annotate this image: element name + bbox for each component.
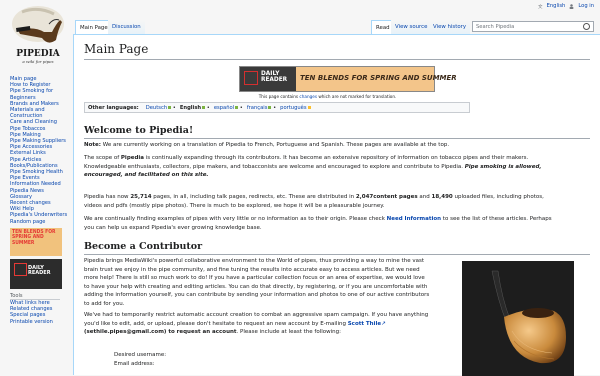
language-bar: Other languages: Deutsch • English • esp…	[84, 102, 470, 113]
contributor-heading: Become a Contributor	[84, 241, 203, 252]
external-link-icon: ↗	[381, 320, 386, 327]
title-divider	[84, 59, 590, 60]
stat-uploaded-files: 18,490	[431, 194, 453, 200]
restriction-paragraph: We've had to temporarily restrict automa…	[84, 312, 429, 335]
tab-view-history[interactable]: View history	[429, 20, 471, 34]
banner-right-text: TEN BLENDS FOR SPRING AND SUMMER	[300, 74, 457, 82]
banner-left-text: DAILY READER	[261, 71, 288, 84]
search-placeholder: Search Pipedia	[476, 24, 515, 30]
site-logo[interactable]: PIPEDIA a wiki for pipes	[4, 4, 72, 72]
daily-reader-banner[interactable]: DAILY READER TEN BLENDS FOR SPRING AND S…	[239, 66, 457, 92]
main-content: Main Page DAILY READER TEN BLENDS FOR SP…	[73, 34, 600, 376]
lang-deutsch[interactable]: Deutsch	[146, 105, 167, 111]
lang-francais[interactable]: français	[247, 105, 268, 111]
stat-content-pages: 2,047	[355, 194, 374, 200]
other-languages-label: Other languages:	[88, 104, 139, 111]
stat-total-pages: 25,714	[130, 194, 152, 200]
sidebar-item-beginners[interactable]: Pipe Smoking for Beginners	[10, 88, 72, 100]
section-divider	[84, 254, 590, 255]
translation-notice: This page contains changes which are not…	[258, 94, 397, 99]
search-input[interactable]: Search Pipedia	[472, 21, 594, 32]
page-title: Main Page	[84, 42, 149, 56]
user-icon	[569, 3, 574, 9]
tab-view-source[interactable]: View source	[391, 20, 432, 34]
request-fields: Desired username: Email address:	[114, 351, 166, 368]
stats-paragraph: Pipedia has now 25,714 pages, in all, in…	[84, 194, 544, 209]
sidebar-tools-heading: Tools	[10, 293, 60, 301]
section-divider	[84, 138, 590, 139]
language-link[interactable]: English	[547, 3, 566, 9]
sidebar-ad-daily-reader[interactable]: DAILY READER	[10, 258, 62, 289]
info-paragraph: We are continually finding examples of p…	[84, 216, 552, 231]
progress-dot-icon	[268, 105, 272, 109]
scott-thile-link[interactable]: Scott Thile	[348, 321, 381, 327]
scope-paragraph: The scope of Pipedia is continually expa…	[84, 155, 542, 178]
tab-main-page[interactable]: Main Page	[75, 20, 113, 35]
daily-reader-logo-icon	[14, 262, 27, 276]
sidebar: Main page How to Register Pipe Smoking f…	[10, 76, 72, 325]
note-paragraph: Note: We are currently working on a tran…	[84, 142, 450, 148]
sidebar-ad-blends[interactable]: TEN BLENDS FOR SPRING AND SUMMER	[10, 227, 62, 256]
lang-english[interactable]: English	[180, 105, 201, 111]
contributor-paragraph: Pipedia brings MediaWiki's powerful coll…	[84, 258, 430, 307]
personal-tools: 文 English Log in	[538, 3, 594, 10]
sidebar-tool-printable-version[interactable]: Printable version	[10, 319, 72, 325]
pipe-photo[interactable]	[462, 261, 574, 376]
progress-dot-icon	[168, 105, 172, 109]
logo-tagline: a wiki for pipes	[22, 59, 53, 64]
sidebar-ad-daily-reader-text: DAILY READER	[28, 264, 51, 277]
lang-portugues[interactable]: português	[280, 105, 306, 111]
tab-discussion[interactable]: Discussion	[108, 20, 145, 34]
need-information-link[interactable]: Need Information	[387, 216, 441, 222]
field-email-label: Email address:	[114, 360, 155, 367]
lang-espanol[interactable]: español	[214, 105, 234, 111]
svg-text:文: 文	[538, 4, 543, 9]
daily-reader-badge-icon	[244, 71, 258, 85]
field-username-label: Desired username:	[114, 352, 167, 358]
notice-changes-link[interactable]: changes	[299, 94, 317, 99]
sidebar-item-underwriters[interactable]: Pipedia's Underwriters	[10, 212, 72, 218]
search-icon[interactable]	[583, 23, 590, 30]
progress-dot-icon	[202, 105, 206, 109]
sidebar-item-random-page[interactable]: Random page	[10, 219, 72, 225]
welcome-heading: Welcome to Pipedia!	[84, 125, 194, 136]
login-link[interactable]: Log in	[578, 3, 594, 9]
progress-dot-icon	[235, 105, 239, 109]
language-icon[interactable]: 文	[538, 3, 543, 10]
progress-dot-icon	[307, 105, 311, 109]
sidebar-ad-blends-text: TEN BLENDS FOR SPRING AND SUMMER	[12, 228, 56, 247]
logo-name: PIPEDIA	[16, 49, 61, 59]
sidebar-item-materials[interactable]: Materials and Construction	[10, 107, 72, 119]
